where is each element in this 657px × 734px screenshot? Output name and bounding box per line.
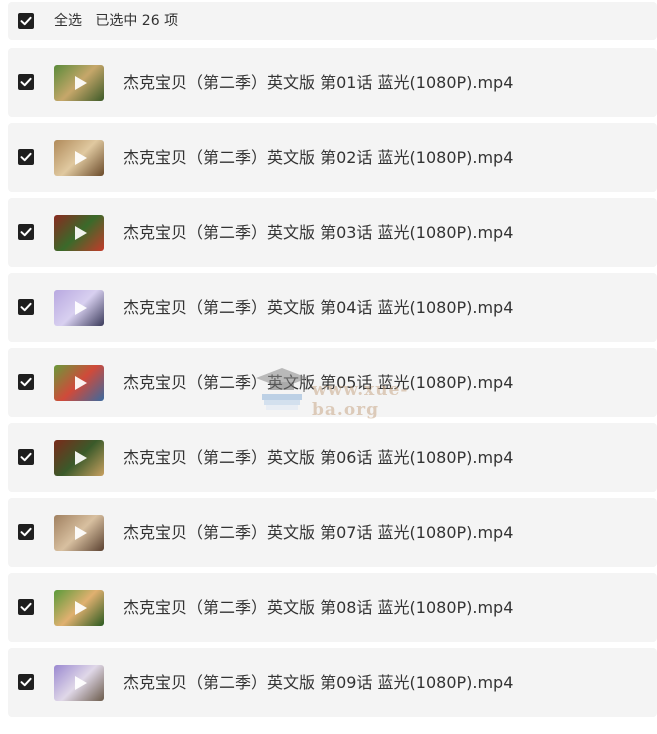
file-row[interactable]: 杰克宝贝（第二季）英文版 第08话 蓝光(1080P).mp4	[8, 573, 657, 642]
check-icon	[20, 302, 32, 312]
file-checkbox[interactable]	[18, 599, 34, 615]
file-checkbox[interactable]	[18, 149, 34, 165]
play-icon	[75, 301, 87, 315]
video-thumbnail[interactable]	[54, 140, 104, 176]
file-row[interactable]: 杰克宝贝（第二季）英文版 第09话 蓝光(1080P).mp4	[8, 648, 657, 717]
play-icon	[75, 376, 87, 390]
play-icon	[75, 601, 87, 615]
file-row[interactable]: 杰克宝贝（第二季）英文版 第04话 蓝光(1080P).mp4	[8, 273, 657, 342]
selected-count-text: 已选中 26 项	[95, 13, 179, 29]
check-icon	[20, 227, 32, 237]
file-checkbox[interactable]	[18, 299, 34, 315]
file-name: 杰克宝贝（第二季）英文版 第03话 蓝光(1080P).mp4	[123, 223, 514, 242]
file-checkbox[interactable]	[18, 449, 34, 465]
video-thumbnail[interactable]	[54, 590, 104, 626]
video-thumbnail[interactable]	[54, 365, 104, 401]
check-icon	[20, 152, 32, 162]
video-thumbnail[interactable]	[54, 515, 104, 551]
file-row[interactable]: 杰克宝贝（第二季）英文版 第07话 蓝光(1080P).mp4	[8, 498, 657, 567]
video-thumbnail[interactable]	[54, 65, 104, 101]
video-thumbnail[interactable]	[54, 440, 104, 476]
file-row[interactable]: 杰克宝贝（第二季）英文版 第06话 蓝光(1080P).mp4	[8, 423, 657, 492]
video-thumbnail[interactable]	[54, 665, 104, 701]
file-row[interactable]: 杰克宝贝（第二季）英文版 第03话 蓝光(1080P).mp4	[8, 198, 657, 267]
check-icon	[20, 677, 32, 687]
check-icon	[20, 77, 32, 87]
file-checkbox[interactable]	[18, 524, 34, 540]
check-icon	[20, 377, 32, 387]
file-name: 杰克宝贝（第二季）英文版 第09话 蓝光(1080P).mp4	[123, 673, 514, 692]
check-icon	[20, 527, 32, 537]
select-all-label[interactable]: 全选	[54, 13, 82, 29]
file-checkbox[interactable]	[18, 224, 34, 240]
select-all-bar: 全选 已选中 26 项	[8, 2, 657, 40]
file-name: 杰克宝贝（第二季）英文版 第05话 蓝光(1080P).mp4	[123, 373, 514, 392]
check-icon	[20, 602, 32, 612]
video-thumbnail[interactable]	[54, 290, 104, 326]
file-name: 杰克宝贝（第二季）英文版 第04话 蓝光(1080P).mp4	[123, 298, 514, 317]
file-name: 杰克宝贝（第二季）英文版 第07话 蓝光(1080P).mp4	[123, 523, 514, 542]
file-row[interactable]: 杰克宝贝（第二季）英文版 第02话 蓝光(1080P).mp4	[8, 123, 657, 192]
file-selection-list: 全选 已选中 26 项 杰克宝贝（第二季）英文版 第01话 蓝光(1080P).…	[0, 0, 657, 734]
file-name: 杰克宝贝（第二季）英文版 第02话 蓝光(1080P).mp4	[123, 148, 514, 167]
play-icon	[75, 226, 87, 240]
file-row[interactable]: 杰克宝贝（第二季）英文版 第01话 蓝光(1080P).mp4	[8, 48, 657, 117]
play-icon	[75, 676, 87, 690]
play-icon	[75, 526, 87, 540]
file-row[interactable]: 杰克宝贝（第二季）英文版 第05话 蓝光(1080P).mp4	[8, 348, 657, 417]
file-checkbox[interactable]	[18, 74, 34, 90]
check-icon	[20, 16, 32, 26]
file-checkbox[interactable]	[18, 374, 34, 390]
file-name: 杰克宝贝（第二季）英文版 第06话 蓝光(1080P).mp4	[123, 448, 514, 467]
file-name: 杰克宝贝（第二季）英文版 第08话 蓝光(1080P).mp4	[123, 598, 514, 617]
selection-summary: 全选 已选中 26 项	[54, 2, 178, 40]
play-icon	[75, 451, 87, 465]
file-checkbox[interactable]	[18, 674, 34, 690]
select-all-checkbox[interactable]	[18, 13, 34, 29]
video-thumbnail[interactable]	[54, 215, 104, 251]
play-icon	[75, 151, 87, 165]
play-icon	[75, 76, 87, 90]
check-icon	[20, 452, 32, 462]
file-name: 杰克宝贝（第二季）英文版 第01话 蓝光(1080P).mp4	[123, 73, 514, 92]
